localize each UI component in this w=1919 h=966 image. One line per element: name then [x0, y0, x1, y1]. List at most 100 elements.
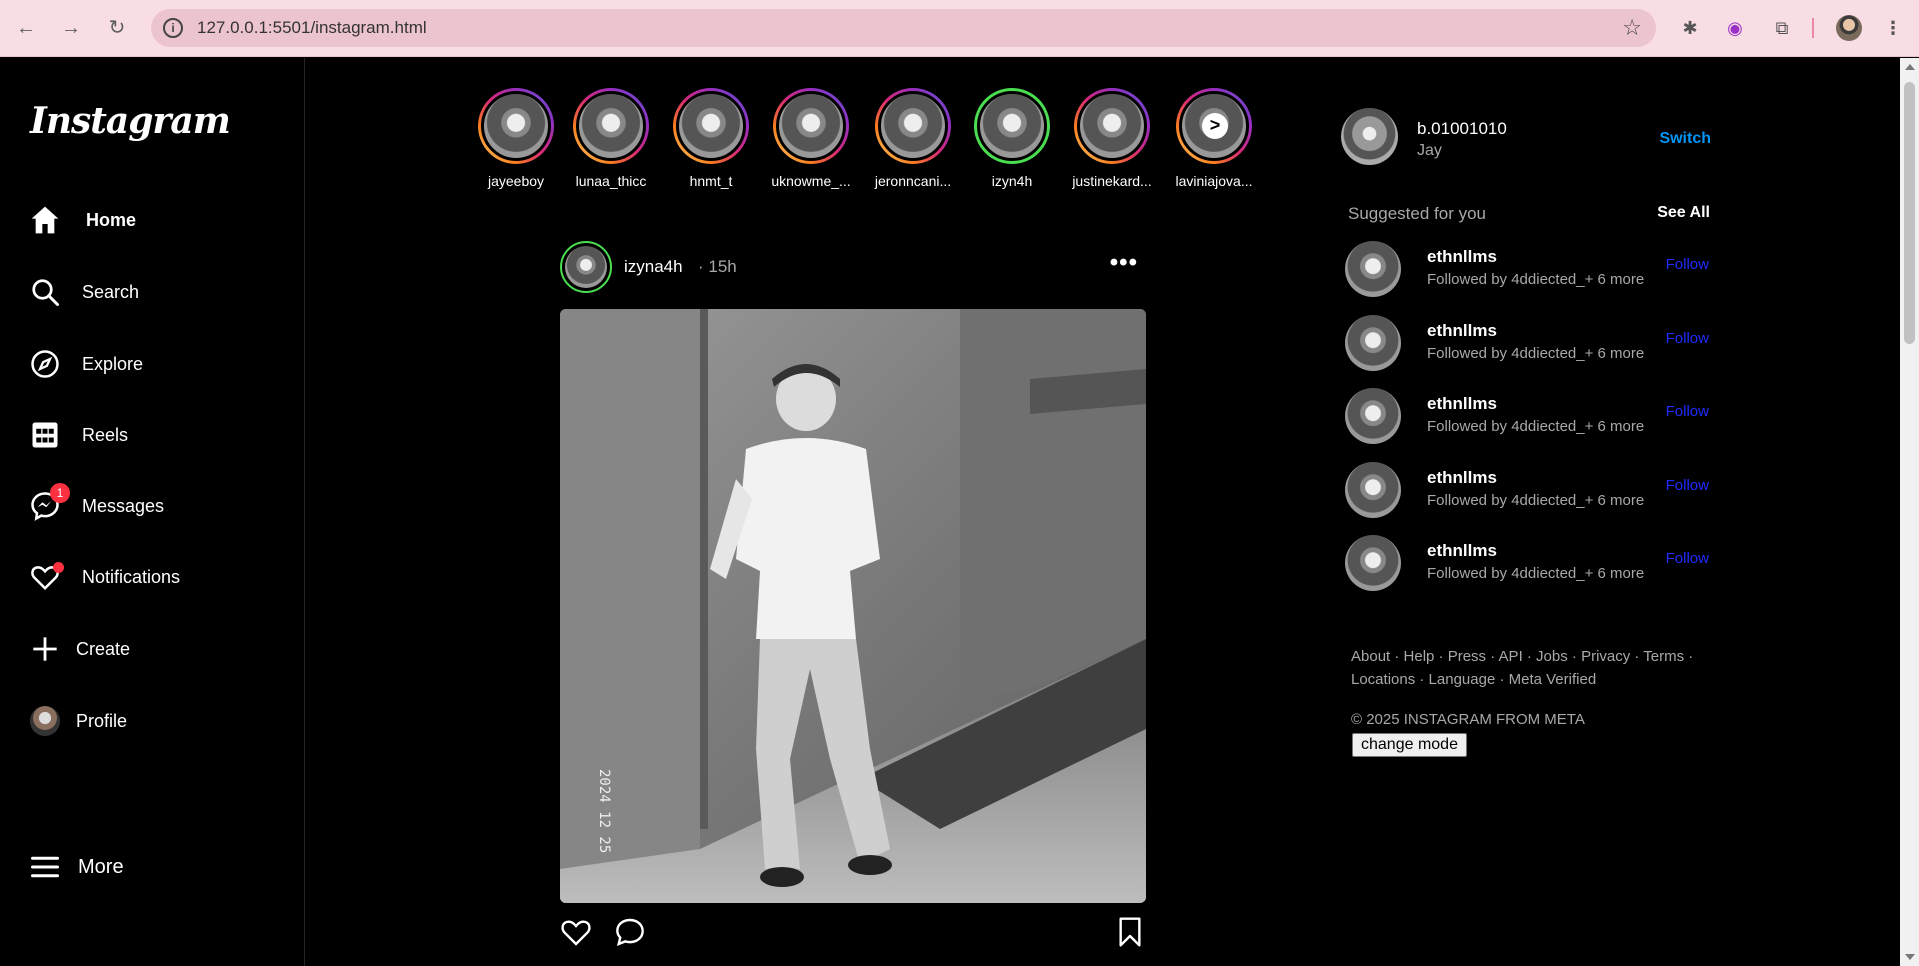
sidebar-item-more[interactable]: More — [28, 843, 124, 891]
story-avatar — [878, 91, 948, 161]
copyright-text: © 2025 INSTAGRAM FROM META — [1351, 711, 1585, 728]
suggestions-header: Suggested for you See All — [1348, 204, 1710, 224]
page-scrollbar[interactable] — [1900, 58, 1919, 966]
post-username[interactable]: izyna4h — [624, 257, 683, 277]
sidebar-item-label: Messages — [82, 495, 165, 516]
browser-menu-icon[interactable]: ⋮ — [1879, 14, 1907, 42]
follow-button[interactable]: Follow — [1666, 330, 1709, 347]
post-photo: 2024 12 25 — [560, 309, 1146, 903]
extension-broadcast-icon[interactable]: ◉ — [1721, 14, 1749, 42]
sidebar-item-label: Create — [76, 638, 131, 659]
suggestion-username[interactable]: ethnllms — [1427, 321, 1497, 341]
footer-links: About · Help · Press · API · Jobs · Priv… — [1351, 645, 1711, 691]
messages-badge: 1 — [50, 483, 70, 503]
suggestion-avatar[interactable] — [1345, 241, 1401, 297]
current-user-username[interactable]: b.01001010 — [1417, 119, 1507, 139]
save-bookmark-icon[interactable] — [1114, 916, 1146, 953]
sidebar-item-label: Notifications — [82, 566, 181, 587]
url-text[interactable]: 127.0.0.1:5501/instagram.html — [197, 18, 427, 38]
sidebar-item-reels[interactable]: Reels — [28, 411, 128, 459]
follow-button[interactable]: Follow — [1666, 550, 1709, 567]
address-bar[interactable]: i 127.0.0.1:5501/instagram.html ☆ — [151, 9, 1656, 47]
story-avatar — [676, 91, 746, 161]
follow-button[interactable]: Follow — [1666, 477, 1709, 494]
suggestion-username[interactable]: ethnllms — [1427, 247, 1497, 267]
instagram-logo[interactable]: Instagram — [30, 100, 231, 142]
suggestion-item: ethnllms Followed by 4ddiected_+ 6 more … — [1345, 388, 1713, 446]
sidebar-item-notifications[interactable]: Notifications — [28, 553, 180, 601]
footer-links-row[interactable]: Locations · Language · Meta Verified — [1351, 668, 1711, 691]
suggestion-avatar[interactable] — [1345, 462, 1401, 518]
sidebar-item-profile[interactable]: Profile — [28, 697, 127, 745]
home-icon — [28, 203, 62, 237]
sidebar-item-search[interactable]: Search — [28, 268, 139, 316]
story-username: jeronncani... — [874, 173, 952, 189]
stories-next-icon[interactable]: > — [1202, 113, 1228, 139]
suggestion-item: ethnllms Followed by 4ddiected_+ 6 more … — [1345, 241, 1713, 299]
browser-profile-avatar[interactable] — [1836, 15, 1862, 41]
see-all-link[interactable]: See All — [1657, 204, 1710, 222]
sidebar-item-label: More — [78, 855, 124, 878]
post-actions — [560, 916, 1146, 952]
reload-icon[interactable]: ↻ — [103, 14, 131, 42]
forward-arrow-icon[interactable]: → — [57, 14, 85, 42]
follow-button[interactable]: Follow — [1666, 256, 1709, 273]
comment-icon[interactable] — [614, 916, 646, 953]
more-options-icon[interactable]: ••• — [1110, 249, 1138, 277]
hamburger-menu-icon — [28, 850, 62, 884]
bookmark-star-icon[interactable]: ☆ — [1622, 15, 1642, 41]
story-username: uknowme_... — [771, 173, 851, 189]
extension-bug-icon[interactable]: ✱ — [1676, 14, 1704, 42]
story-item[interactable]: izyn4h — [966, 88, 1058, 189]
sidebar-item-label: Search — [82, 281, 140, 302]
site-info-icon[interactable]: i — [163, 18, 183, 38]
plus-icon — [28, 632, 62, 666]
story-item[interactable]: justinekard... — [1066, 88, 1158, 189]
suggestion-subtext: Followed by 4ddiected_+ 6 more — [1427, 565, 1645, 582]
heart-icon — [28, 560, 64, 594]
sidebar-item-label: Reels — [82, 424, 129, 445]
current-user-name: Jay — [1417, 142, 1442, 159]
reels-icon — [28, 418, 62, 452]
sidebar-item-label: Profile — [76, 710, 128, 731]
suggestion-item: ethnllms Followed by 4ddiected_+ 6 more … — [1345, 315, 1713, 373]
extensions-puzzle-icon[interactable]: ⧉ — [1768, 14, 1796, 42]
stories-tray: jayeeboy lunaa_thicc hnmt_t uknowme_... … — [470, 88, 1260, 198]
footer-links-row[interactable]: About · Help · Press · API · Jobs · Priv… — [1351, 645, 1711, 668]
suggestion-subtext: Followed by 4ddiected_+ 6 more — [1427, 418, 1645, 435]
sidebar-item-explore[interactable]: Explore — [28, 340, 143, 388]
suggestion-avatar[interactable] — [1345, 535, 1401, 591]
switch-account-link[interactable]: Switch — [1659, 130, 1711, 148]
follow-button[interactable]: Follow — [1666, 403, 1709, 420]
story-item[interactable]: hnmt_t — [665, 88, 757, 189]
suggestion-username[interactable]: ethnllms — [1427, 394, 1497, 414]
story-avatar — [576, 91, 646, 161]
suggestion-avatar[interactable] — [1345, 388, 1401, 444]
sidebar-item-create[interactable]: Create — [28, 625, 130, 673]
suggestion-avatar[interactable] — [1345, 315, 1401, 371]
scroll-down-arrow-icon[interactable] — [1905, 954, 1915, 960]
suggestion-item: ethnllms Followed by 4ddiected_+ 6 more … — [1345, 462, 1713, 520]
story-item[interactable]: uknowme_... — [765, 88, 857, 189]
story-item[interactable]: jayeeboy — [470, 88, 562, 189]
suggestion-subtext: Followed by 4ddiected_+ 6 more — [1427, 492, 1645, 509]
post-author-avatar[interactable] — [560, 241, 612, 293]
suggestions-title: Suggested for you — [1348, 204, 1486, 223]
current-user-avatar[interactable] — [1341, 108, 1398, 165]
sidebar-item-messages[interactable]: 1 Messages — [28, 482, 164, 530]
story-item[interactable]: lunaa_thicc — [565, 88, 657, 189]
story-username: lunaa_thicc — [575, 173, 647, 189]
story-item[interactable]: jeronncani... — [867, 88, 959, 189]
change-mode-button[interactable]: change mode — [1352, 733, 1467, 757]
sidebar-item-home[interactable]: Home — [28, 196, 136, 244]
suggestion-username[interactable]: ethnllms — [1427, 468, 1497, 488]
back-arrow-icon[interactable]: ← — [12, 14, 40, 42]
scrollbar-thumb[interactable] — [1904, 82, 1915, 344]
story-username: laviniajova... — [1175, 173, 1253, 189]
suggestion-username[interactable]: ethnllms — [1427, 541, 1497, 561]
like-heart-icon[interactable] — [560, 916, 592, 953]
scroll-up-arrow-icon[interactable] — [1905, 64, 1915, 70]
suggestion-item: ethnllms Followed by 4ddiected_+ 6 more … — [1345, 535, 1713, 593]
post-image[interactable]: 2024 12 25 — [560, 309, 1146, 903]
sidebar-item-label: Home — [86, 209, 137, 230]
